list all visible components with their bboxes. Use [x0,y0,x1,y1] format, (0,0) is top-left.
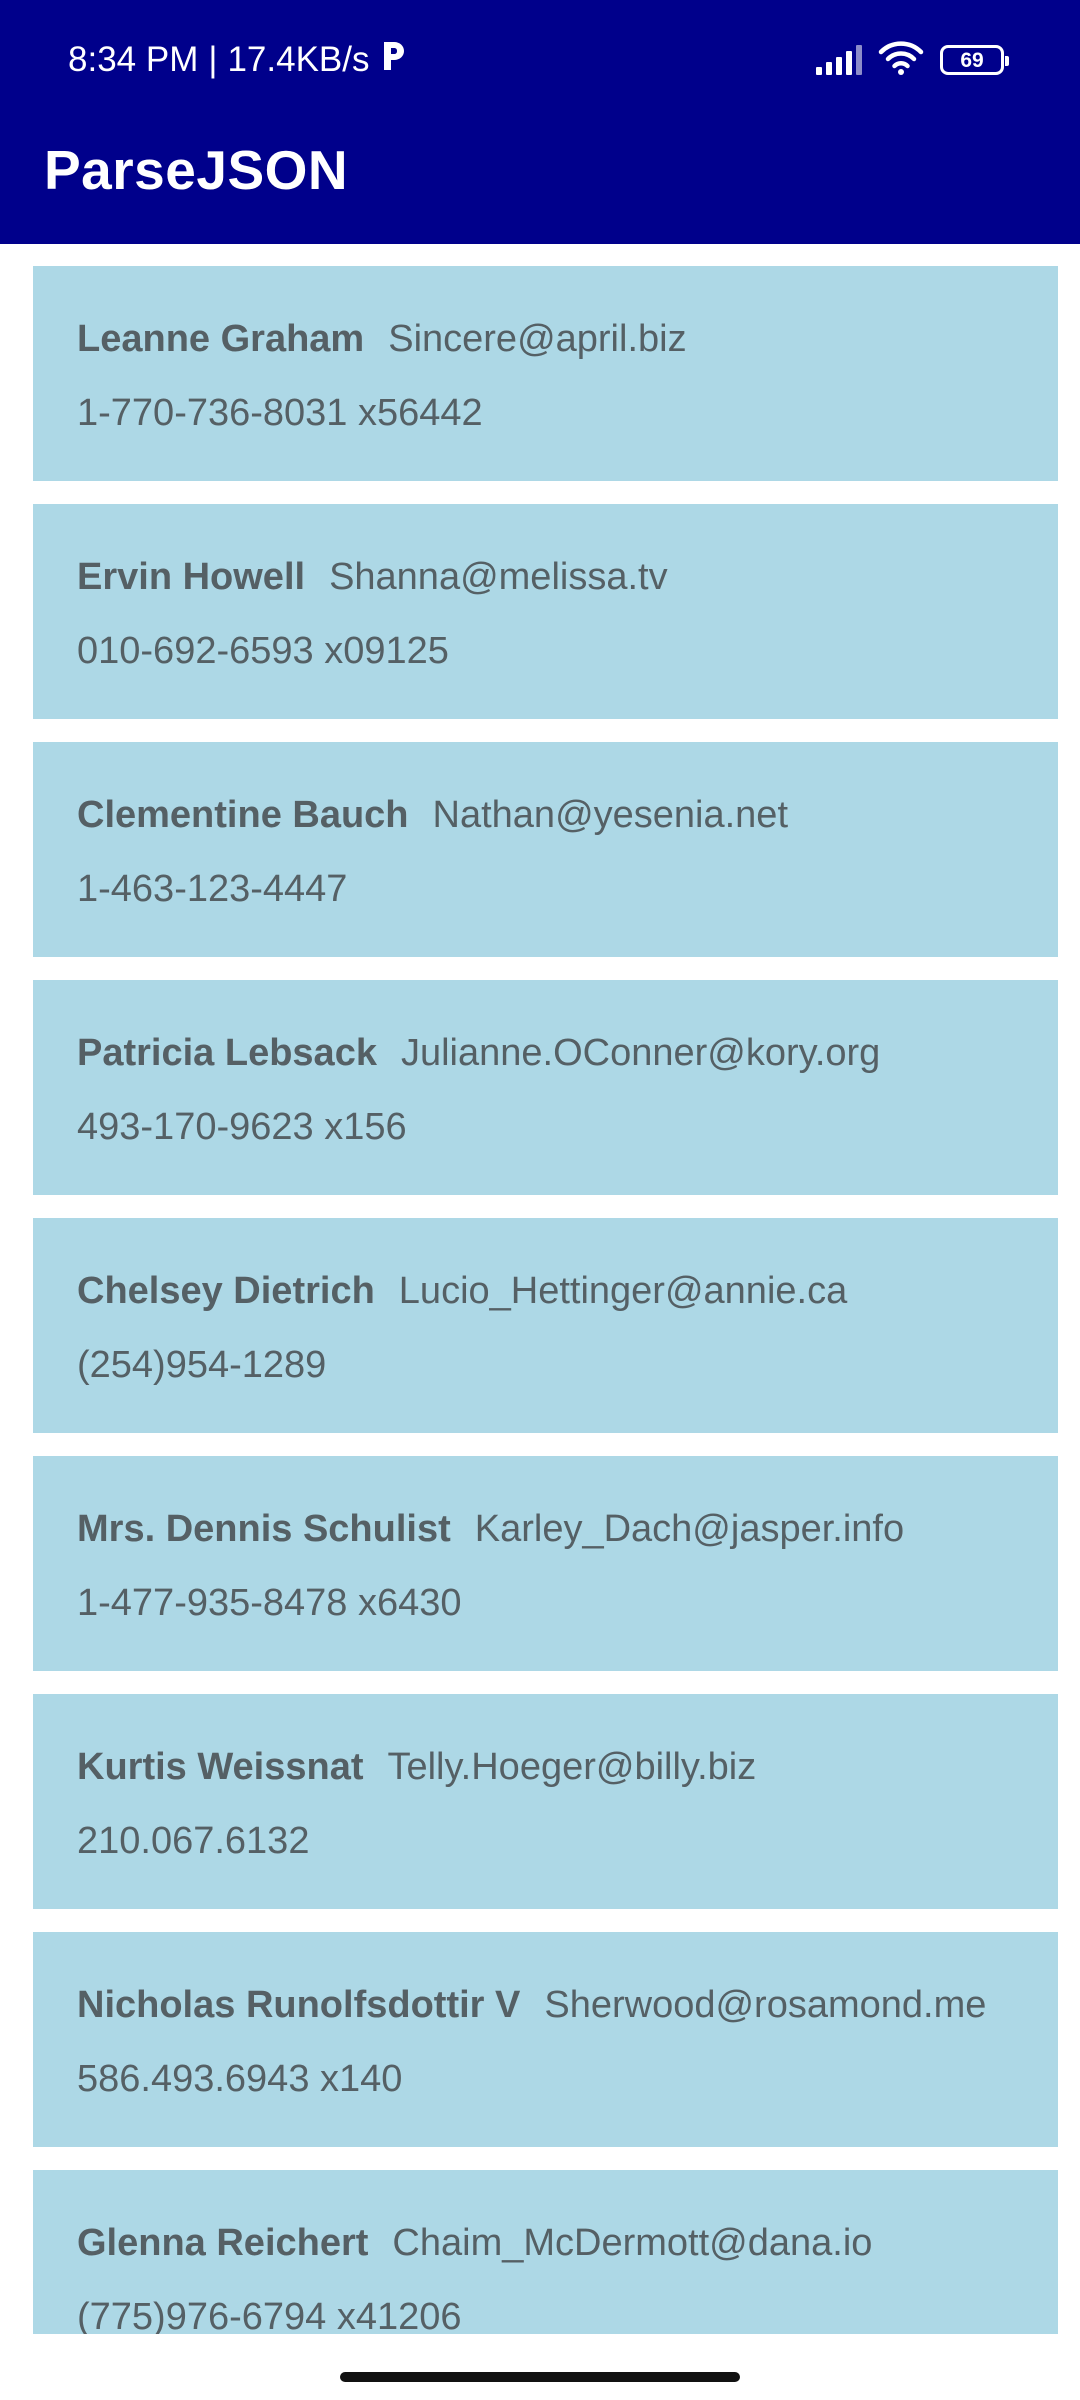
list-item[interactable]: Mrs. Dennis Schulist Karley_Dach@jasper.… [33,1456,1058,1671]
status-time: 8:34 PM [68,40,199,79]
status-left: 8:34 PM | 17.4KB/s [68,36,406,84]
header: 8:34 PM | 17.4KB/s 69 ParseJSON [0,0,1080,244]
user-phone: (254)954-1289 [77,1344,327,1386]
list-item-header: Glenna Reichert Chaim_McDermott@dana.io [77,2222,872,2265]
list-item-header: Clementine Bauch Nathan@yesenia.net [77,794,788,837]
user-phone: 493-170-9623 x156 [77,1106,407,1148]
user-phone: 1-477-935-8478 x6430 [77,1582,462,1624]
user-email: Karley_Dach@jasper.info [474,1508,905,1550]
list-item[interactable]: Ervin Howell Shanna@melissa.tv 010-692-6… [33,504,1058,719]
app-title: ParseJSON [44,139,349,201]
user-email: Shanna@melissa.tv [329,556,668,598]
list-item[interactable]: Nicholas Runolfsdottir V Sherwood@rosamo… [33,1932,1058,2147]
list-item[interactable]: Glenna Reichert Chaim_McDermott@dana.io … [33,2170,1058,2334]
user-name: Leanne Graham [77,318,365,360]
user-email: Lucio_Hettinger@annie.ca [398,1270,848,1312]
list-item-header: Kurtis Weissnat Telly.Hoeger@billy.biz [77,1746,756,1789]
user-list[interactable]: Leanne Graham Sincere@april.biz 1-770-73… [0,244,1080,2334]
list-item[interactable]: Patricia Lebsack Julianne.OConner@kory.o… [33,980,1058,1195]
list-item[interactable]: Clementine Bauch Nathan@yesenia.net 1-46… [33,742,1058,957]
user-phone: 010-692-6593 x09125 [77,630,449,672]
list-item[interactable]: Leanne Graham Sincere@april.biz 1-770-73… [33,266,1058,481]
list-item-header: Chelsey Dietrich Lucio_Hettinger@annie.c… [77,1270,847,1313]
status-right: 69 [816,38,1009,82]
list-item[interactable]: Kurtis Weissnat Telly.Hoeger@billy.biz 2… [33,1694,1058,1909]
list-item-header: Leanne Graham Sincere@april.biz [77,318,687,361]
app-bar: ParseJSON [0,118,1080,244]
list-item-header: Patricia Lebsack Julianne.OConner@kory.o… [77,1032,880,1075]
user-phone: 1-463-123-4447 [77,868,348,910]
list-item-header: Mrs. Dennis Schulist Karley_Dach@jasper.… [77,1508,904,1551]
user-phone: 210.067.6132 [77,1820,310,1862]
user-email: Chaim_McDermott@dana.io [392,2222,873,2264]
user-email: Nathan@yesenia.net [432,794,789,836]
user-name: Kurtis Weissnat [77,1746,364,1788]
user-name: Glenna Reichert [77,2222,369,2264]
list-item-header: Ervin Howell Shanna@melissa.tv [77,556,668,599]
app-notification-icon [380,40,406,81]
user-email: Telly.Hoeger@billy.biz [387,1746,757,1788]
status-bar: 8:34 PM | 17.4KB/s 69 [0,0,1080,118]
status-separator: | [208,40,218,79]
user-email: Sincere@april.biz [388,318,687,360]
user-phone: (775)976-6794 x41206 [77,2296,462,2334]
battery-icon: 69 [940,45,1009,75]
user-name: Chelsey Dietrich [77,1270,375,1312]
list-item[interactable]: Chelsey Dietrich Lucio_Hettinger@annie.c… [33,1218,1058,1433]
user-name: Nicholas Runolfsdottir V [77,1984,521,2026]
app-screen: 8:34 PM | 17.4KB/s 69 ParseJSON Leanne G… [0,0,1080,2400]
user-name: Mrs. Dennis Schulist [77,1508,451,1550]
battery-level: 69 [960,48,984,72]
status-net-speed: 17.4KB/s [227,40,370,79]
user-name: Patricia Lebsack [77,1032,377,1074]
list-item-header: Nicholas Runolfsdottir V Sherwood@rosamo… [77,1984,986,2027]
user-phone: 586.493.6943 x140 [77,2058,403,2100]
user-phone: 1-770-736-8031 x56442 [77,392,483,434]
wifi-icon [878,40,924,81]
user-name: Ervin Howell [77,556,306,598]
user-email: Julianne.OConner@kory.org [400,1032,881,1074]
signal-icon [816,45,862,75]
gesture-navigation-bar[interactable] [340,2372,740,2382]
user-email: Sherwood@rosamond.me [544,1984,987,2026]
user-name: Clementine Bauch [77,794,409,836]
